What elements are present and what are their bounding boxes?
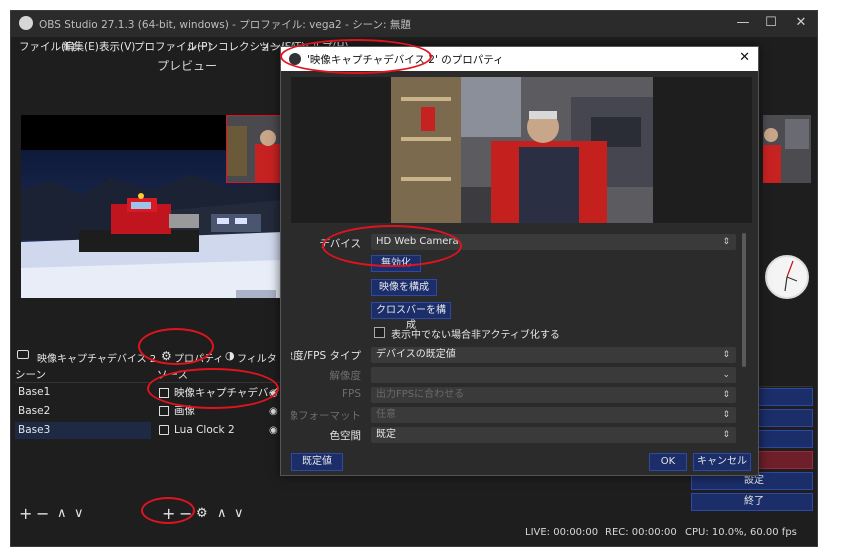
- fps-select[interactable]: 出力FPSに合わせる ⇕: [371, 387, 736, 403]
- text-icon: [159, 425, 169, 435]
- resolution-fps-type-select[interactable]: デバイスの既定値 ⇕: [371, 347, 736, 363]
- configure-video-button[interactable]: 映像を構成: [371, 279, 437, 296]
- scene-item[interactable]: Base2: [15, 403, 151, 420]
- configure-crossbar-button[interactable]: クロスバーを構成: [371, 302, 451, 331]
- source-remove-button[interactable]: −: [179, 504, 192, 523]
- deactivate-button[interactable]: 無効化: [371, 255, 421, 272]
- device-select[interactable]: HD Web Camera ⇕: [371, 234, 736, 250]
- sources-dock-header: ソース: [157, 367, 285, 383]
- scenes-dock-header: シーン: [15, 367, 151, 383]
- source-down-button[interactable]: ∨: [234, 506, 244, 521]
- chevron-down-icon: ⌄: [722, 370, 730, 380]
- updown-icon: ⇕: [722, 350, 730, 360]
- fps-value: 出力FPSに合わせる: [376, 389, 465, 400]
- source-properties-gear-icon[interactable]: ⚙: [196, 506, 208, 521]
- eye-icon[interactable]: ◉: [269, 422, 278, 439]
- exit-button[interactable]: 終了: [691, 493, 813, 511]
- resolution-combobox[interactable]: ⌄: [371, 367, 736, 383]
- scene-up-button[interactable]: ∧: [57, 506, 67, 521]
- fps-label: FPS: [341, 388, 361, 400]
- camera-icon: [159, 388, 169, 398]
- source-label: 画像: [174, 405, 195, 417]
- updown-icon: ⇕: [722, 410, 730, 420]
- color-space-select[interactable]: 既定 ⇕: [371, 427, 736, 443]
- dialog-title: '映像キャプチャデバイス 2' のプロパティ: [307, 54, 504, 66]
- obs-logo-icon: [19, 16, 33, 30]
- rec-status: REC: 00:00:00: [605, 527, 677, 538]
- source-toolbar: 映像キャプチャデバイス 2 ⚙ プロパティ ◑ フィルタ: [11, 347, 286, 367]
- color-space-value: 既定: [376, 429, 396, 440]
- window-title: OBS Studio 27.1.3 (64-bit, windows) - プロ…: [39, 19, 411, 31]
- filters-button[interactable]: フィルタ: [237, 350, 277, 365]
- updown-icon: ⇕: [722, 390, 730, 400]
- scenes-header: シーン: [15, 369, 46, 381]
- defaults-button[interactable]: 既定値: [291, 453, 343, 471]
- properties-scrollbar[interactable]: [742, 233, 746, 367]
- scene-down-button[interactable]: ∨: [74, 506, 84, 521]
- scene-remove-button[interactable]: −: [36, 504, 49, 523]
- camera-source-bounding-box[interactable]: [226, 115, 283, 183]
- deactivate-when-hidden-checkbox[interactable]: [374, 327, 385, 338]
- resolution-fps-type-value: デバイスの既定値: [376, 349, 456, 360]
- properties-button[interactable]: プロパティ: [174, 350, 223, 365]
- source-add-button[interactable]: +: [162, 504, 175, 523]
- deactivate-when-hidden-label: 表示中でない場合非アクティブ化する: [391, 330, 560, 341]
- video-format-select[interactable]: 任意 ⇕: [371, 407, 736, 423]
- resolution-label: 解像度: [329, 370, 362, 382]
- active-source-name: 映像キャプチャデバイス 2: [37, 354, 157, 365]
- menu-edit[interactable]: 編集(E): [63, 39, 99, 54]
- updown-icon: ⇕: [722, 237, 730, 247]
- maximize-button[interactable]: ☐: [757, 13, 785, 33]
- cpu-status: CPU: 10.0%, 60.00 fps: [685, 527, 797, 538]
- sources-header: ソース: [157, 369, 188, 381]
- source-item[interactable]: 画像 ◉: [157, 403, 285, 420]
- properties-list: デバイス HD Web Camera ⇕ 無効化 映像を構成 クロスバーを構成 …: [291, 227, 746, 449]
- source-up-button[interactable]: ∧: [217, 506, 227, 521]
- resolution-fps-type-label: 解像度/FPS タイプ: [291, 350, 361, 362]
- video-format-value: 任意: [376, 409, 396, 420]
- obs-logo-icon: [289, 53, 301, 65]
- image-icon: [159, 406, 169, 416]
- source-item[interactable]: 映像キャプチャデバイス 2 ◉: [157, 385, 299, 402]
- eye-icon[interactable]: ◉: [269, 403, 278, 420]
- updown-icon: ⇕: [722, 430, 730, 440]
- live-status: LIVE: 00:00:00: [525, 527, 599, 538]
- gear-icon: ⚙: [161, 349, 172, 363]
- webcam-preview-image: [391, 77, 653, 223]
- color-space-label: 色空間: [329, 430, 362, 442]
- camera-icon: [17, 350, 29, 359]
- dialog-close-button[interactable]: ✕: [739, 50, 750, 65]
- scene-add-button[interactable]: +: [19, 504, 32, 523]
- filter-icon: ◑: [225, 349, 235, 362]
- scene-item[interactable]: Base1: [15, 384, 151, 401]
- properties-dialog: '映像キャプチャデバイス 2' のプロパティ ✕ デバイス HD Web Cam…: [280, 46, 759, 476]
- dialog-title-bar: '映像キャプチャデバイス 2' のプロパティ ✕: [281, 47, 758, 71]
- device-select-value: HD Web Camera: [376, 236, 459, 247]
- video-format-label: 映像フォーマット: [291, 410, 361, 422]
- preview-label: プレビュー: [157, 59, 218, 73]
- source-label: Lua Clock 2: [174, 424, 235, 436]
- ok-button[interactable]: OK: [649, 453, 687, 471]
- scene-item-selected[interactable]: Base3: [15, 422, 151, 439]
- cancel-button[interactable]: キャンセル: [693, 453, 751, 471]
- preview-canvas[interactable]: [21, 115, 283, 298]
- preview-canvas-right-edge: [763, 115, 811, 183]
- eye-icon[interactable]: ◉: [269, 385, 278, 402]
- menu-view[interactable]: 表示(V): [99, 39, 135, 54]
- source-item[interactable]: Lua Clock 2 ◉: [157, 422, 285, 439]
- minimize-button[interactable]: —: [729, 13, 757, 33]
- close-button[interactable]: ✕: [787, 13, 815, 33]
- dialog-preview: [291, 77, 752, 223]
- device-label: デバイス: [319, 238, 361, 250]
- title-bar: OBS Studio 27.1.3 (64-bit, windows) - プロ…: [11, 11, 817, 37]
- lua-clock-face: [765, 255, 809, 299]
